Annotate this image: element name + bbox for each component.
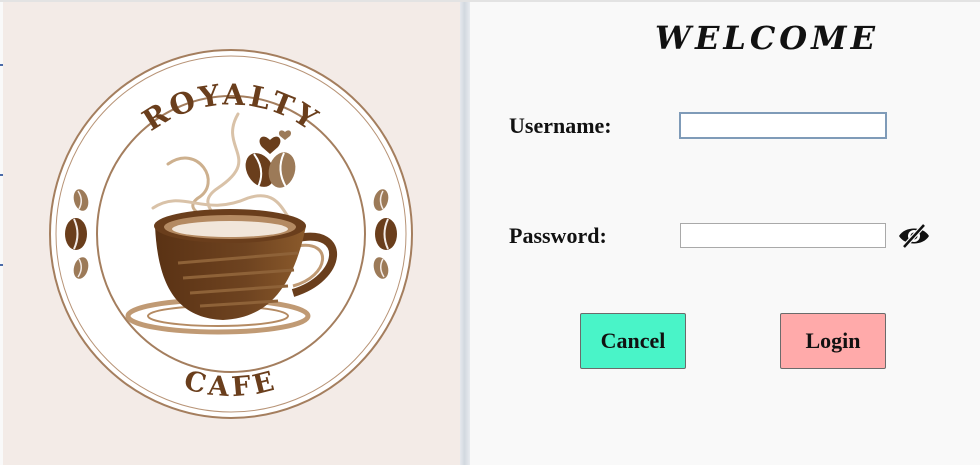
cancel-button[interactable]: Cancel	[580, 313, 686, 369]
panel-divider	[460, 2, 470, 465]
login-window: ROYALTY CAFE WELCOME Username: Password:…	[0, 0, 980, 465]
welcome-title: WELCOME	[655, 19, 879, 57]
password-label: Password:	[509, 223, 607, 248]
login-button[interactable]: Login	[780, 313, 886, 369]
password-input[interactable]	[680, 223, 886, 248]
username-label: Username:	[509, 113, 612, 138]
username-input[interactable]	[679, 112, 887, 139]
eye-slash-icon[interactable]	[897, 222, 931, 250]
royalty-cafe-logo: ROYALTY CAFE	[49, 49, 413, 419]
